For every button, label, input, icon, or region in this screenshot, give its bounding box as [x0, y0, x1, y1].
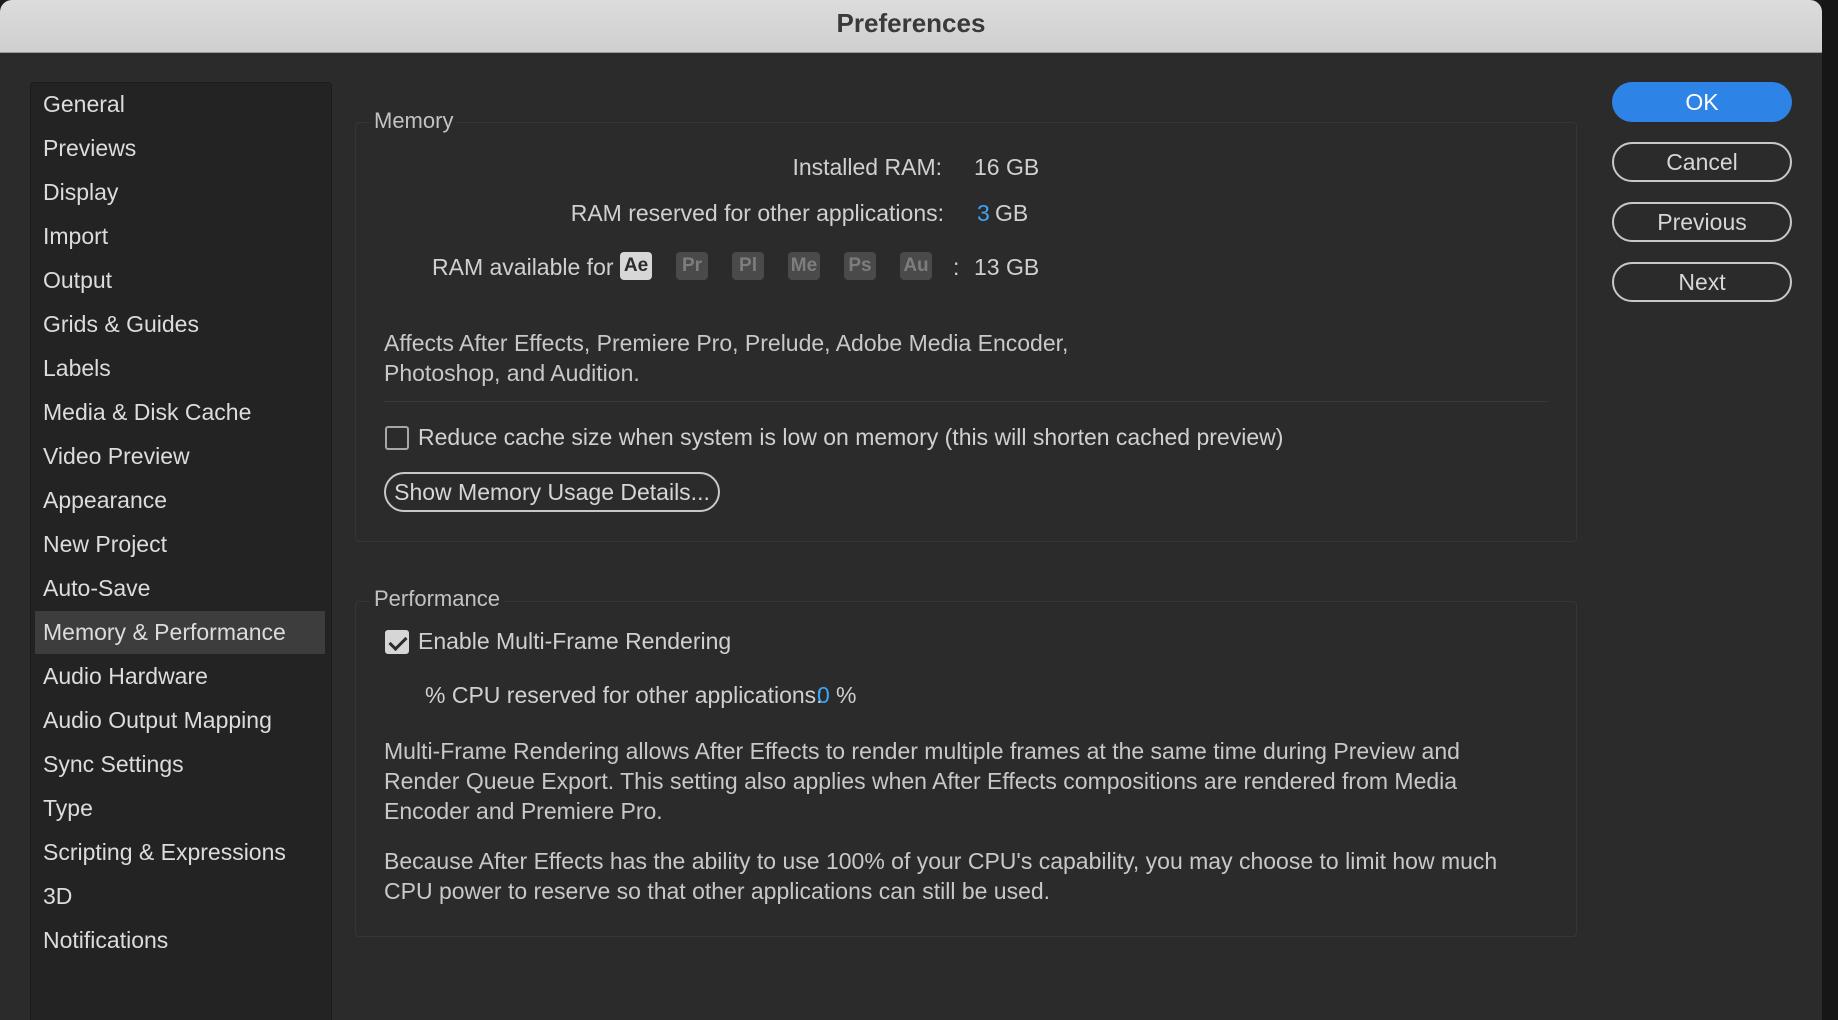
sidebar-item-type[interactable]: Type [35, 787, 325, 830]
cpu-reserved-label: % CPU reserved for other applications: [425, 682, 823, 708]
sidebar-item-general[interactable]: General [35, 83, 325, 126]
previous-button[interactable]: Previous [1612, 202, 1792, 242]
cpu-reserved-unit: % [836, 682, 857, 708]
ram-available-label: RAM available for [432, 254, 614, 280]
sidebar-item-memory-performance[interactable]: Memory & Performance [35, 611, 325, 654]
sidebar-item-auto-save[interactable]: Auto-Save [35, 567, 325, 610]
app-badge-pr: Pr [676, 252, 708, 280]
ok-button[interactable]: OK [1612, 82, 1792, 122]
sidebar-item-appearance[interactable]: Appearance [35, 479, 325, 522]
ram-available-separator: : [953, 254, 960, 280]
installed-ram-label: Installed RAM: [792, 154, 942, 180]
app-badge-pl: Pl [732, 252, 764, 280]
memory-group-title: Memory [370, 108, 458, 134]
sidebar-item-output[interactable]: Output [35, 259, 325, 302]
show-memory-usage-details-button[interactable]: Show Memory Usage Details... [384, 472, 720, 512]
app-badge-me: Me [788, 252, 820, 280]
installed-ram-value: 16 GB [974, 154, 1040, 180]
ram-reserved-value[interactable]: 3 [977, 200, 990, 227]
app-badge-ae: Ae [620, 252, 652, 280]
sidebar-item-grids-guides[interactable]: Grids & Guides [35, 303, 325, 346]
window-title: Preferences [0, 0, 1822, 53]
reduce-cache-label: Reduce cache size when system is low on … [418, 424, 1284, 450]
cpu-reserved-value[interactable]: 0 [817, 682, 830, 709]
ram-available-value: 13 GB [974, 254, 1040, 280]
sidebar-item-scripting-expressions[interactable]: Scripting & Expressions [35, 831, 325, 874]
sidebar: General Previews Display Import Output G… [30, 82, 332, 1020]
sidebar-item-audio-hardware[interactable]: Audio Hardware [35, 655, 325, 698]
mfr-description: Multi-Frame Rendering allows After Effec… [384, 738, 1460, 824]
sidebar-item-3d[interactable]: 3D [35, 875, 325, 918]
mfr-checkbox[interactable] [385, 630, 409, 654]
sidebar-item-sync-settings[interactable]: Sync Settings [35, 743, 325, 786]
window-edge [1822, 0, 1838, 1020]
app-badge-au: Au [900, 252, 932, 280]
sidebar-item-display[interactable]: Display [35, 171, 325, 214]
sidebar-item-import[interactable]: Import [35, 215, 325, 258]
sidebar-item-notifications[interactable]: Notifications [35, 919, 325, 962]
app-badge-ps: Ps [844, 252, 876, 280]
sidebar-item-labels[interactable]: Labels [35, 347, 325, 390]
sidebar-item-media-disk-cache[interactable]: Media & Disk Cache [35, 391, 325, 434]
sidebar-item-video-preview[interactable]: Video Preview [35, 435, 325, 478]
performance-group-title: Performance [370, 586, 504, 612]
ram-reserved-label: RAM reserved for other applications: [570, 200, 944, 226]
cpu-description: Because After Effects has the ability to… [384, 848, 1498, 904]
sidebar-item-new-project[interactable]: New Project [35, 523, 325, 566]
memory-divider [383, 401, 1548, 402]
cancel-button[interactable]: Cancel [1612, 142, 1792, 182]
sidebar-item-previews[interactable]: Previews [35, 127, 325, 170]
affects-description: Affects After Effects, Premiere Pro, Pre… [384, 330, 1069, 386]
sidebar-item-audio-output-mapping[interactable]: Audio Output Mapping [35, 699, 325, 742]
next-button[interactable]: Next [1612, 262, 1792, 302]
reduce-cache-checkbox[interactable] [385, 426, 409, 450]
mfr-label: Enable Multi-Frame Rendering [418, 628, 732, 654]
preferences-window: Preferences General Previews Display Imp… [0, 0, 1822, 1020]
ram-reserved-unit: GB [995, 200, 1029, 226]
